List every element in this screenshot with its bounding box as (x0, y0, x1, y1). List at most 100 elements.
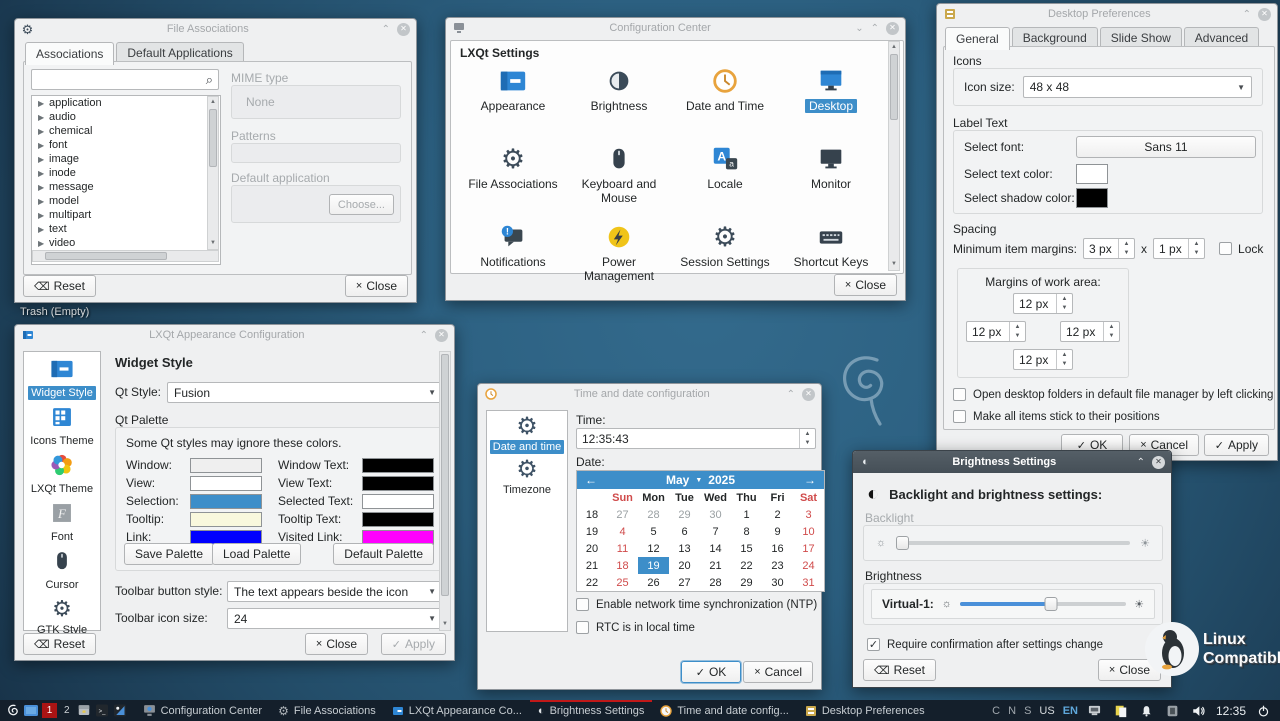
keyboard-layout-indicator[interactable]: EN (1063, 705, 1078, 717)
reset-button[interactable]: ⌫Reset (863, 659, 936, 681)
tab-associations[interactable]: Associations (25, 42, 114, 65)
task-time-date[interactable]: Time and date config... (652, 700, 797, 721)
rollup-icon[interactable]: ⌃ (871, 23, 879, 34)
qterminal-icon[interactable] (111, 702, 129, 720)
expand-icon[interactable]: ▶ (38, 239, 44, 248)
close-icon[interactable]: ✕ (802, 388, 815, 401)
settings-item-date-time[interactable]: Date and Time (672, 64, 778, 142)
expand-icon[interactable]: ▶ (38, 127, 44, 136)
calendar-day[interactable]: 27 (669, 574, 700, 591)
color-swatch-selection[interactable] (190, 494, 262, 509)
expand-icon[interactable]: ▶ (38, 113, 44, 122)
volume-icon[interactable] (1190, 702, 1208, 720)
confirm-checkbox-row[interactable]: ✓ Require confirmation after settings ch… (867, 638, 1103, 651)
sidebar-item-cursor[interactable]: Cursor (24, 544, 100, 592)
calendar-day[interactable]: 5 (638, 523, 669, 540)
calendar-year[interactable]: 2025 (708, 473, 735, 487)
expand-icon[interactable]: ▶ (38, 197, 44, 206)
margin-right-spinbox[interactable]: 12 px▲▼ (1060, 321, 1120, 342)
titlebar[interactable]: Desktop Preferences ⌃✕ (937, 4, 1277, 24)
settings-item-power[interactable]: Power Management (566, 220, 672, 298)
close-button[interactable]: ×Close (834, 274, 897, 296)
checkbox[interactable] (576, 621, 589, 634)
calendar-day[interactable]: 27 (607, 506, 638, 523)
tray-letter[interactable]: N (1008, 705, 1016, 717)
tree-item[interactable]: ▶inode (32, 166, 220, 180)
calendar-day[interactable]: 29 (669, 506, 700, 523)
titlebar[interactable]: LXQt Appearance Configuration ⌃✕ (15, 325, 454, 345)
settings-item-locale[interactable]: Aa Locale (672, 142, 778, 220)
calendar-day[interactable]: 3 (793, 506, 824, 523)
color-swatch-view[interactable] (190, 476, 262, 491)
icon-size-dropdown[interactable]: 48 x 48▼ (1023, 76, 1252, 98)
choose-button[interactable]: Choose... (329, 194, 394, 215)
settings-item-keyboard-mouse[interactable]: Keyboard and Mouse (566, 142, 672, 220)
color-swatch-tooltip[interactable] (190, 512, 262, 527)
margin-x-spinbox[interactable]: 3 px▲▼ (1083, 238, 1135, 259)
apply-button[interactable]: ✓Apply (1204, 434, 1269, 456)
expand-icon[interactable]: ▶ (38, 99, 44, 108)
sidebar-item-lxqt-theme[interactable]: LXQt Theme (24, 448, 100, 496)
calendar-day[interactable]: 4 (607, 523, 638, 540)
sidebar-item-widget-style[interactable]: Widget Style (24, 352, 100, 400)
calendar-day[interactable]: 31 (793, 574, 824, 591)
tray-letter[interactable]: C (992, 705, 1000, 717)
ok-button[interactable]: ✓OK (681, 661, 741, 683)
qt-style-dropdown[interactable]: Fusion▼ (167, 382, 443, 403)
tab-general[interactable]: General (945, 27, 1010, 50)
terminal-icon[interactable]: >_ (93, 702, 111, 720)
clock[interactable]: 12:35 (1216, 704, 1246, 718)
sidebar-item-date-time[interactable]: ⚙ Date and time (487, 411, 567, 454)
task-desktop-preferences[interactable]: Desktop Preferences (797, 700, 933, 721)
save-palette-button[interactable]: Save Palette (124, 543, 214, 565)
task-configuration-center[interactable]: Configuration Center (135, 700, 271, 721)
settings-item-notifications[interactable]: ! Notifications (460, 220, 566, 298)
workspace-2-button[interactable]: 2 (59, 705, 75, 716)
rtc-checkbox-row[interactable]: RTC is in local time (576, 621, 695, 634)
task-brightness-settings[interactable]: ◐ Brightness Settings (530, 700, 652, 721)
tree-item[interactable]: ▶chemical (32, 124, 220, 138)
calendar-day[interactable]: 2 (762, 506, 793, 523)
tray-letter[interactable]: US (1039, 705, 1054, 717)
margin-bottom-spinbox[interactable]: 12 px▲▼ (1013, 349, 1073, 370)
tree-item[interactable]: ▶multipart (32, 208, 220, 222)
sidebar-item-font[interactable]: F Font (24, 496, 100, 544)
select-font-button[interactable]: Sans 11 (1076, 136, 1256, 158)
time-spinbox[interactable]: 12:35:43▲▼ (576, 428, 816, 449)
calendar-month[interactable]: May (666, 473, 689, 487)
content-vertical-scrollbar[interactable]: ▼ (439, 351, 451, 631)
reset-button[interactable]: ⌫Reset (23, 633, 96, 655)
file-manager-icon[interactable] (75, 702, 93, 720)
titlebar[interactable]: Configuration Center ⌄⌃✕ (446, 18, 905, 38)
calendar-day[interactable]: 23 (762, 557, 793, 574)
tree-horizontal-scrollbar[interactable] (32, 250, 219, 262)
sidebar-item-icons-theme[interactable]: Icons Theme (24, 400, 100, 448)
calendar-day[interactable]: 15 (731, 540, 762, 557)
apply-button[interactable]: ✓Apply (381, 633, 446, 655)
tree-item[interactable]: ▶audio (32, 110, 220, 124)
titlebar[interactable]: ◐ Brightness Settings ⌃✕ (853, 451, 1171, 473)
ntp-checkbox-row[interactable]: Enable network time synchronization (NTP… (576, 598, 817, 611)
rollup-icon[interactable]: ⌃ (1243, 9, 1251, 20)
calendar-day[interactable]: 13 (669, 540, 700, 557)
rollup-icon[interactable]: ⌃ (382, 24, 390, 35)
close-icon[interactable]: ✕ (1152, 456, 1165, 469)
calendar-day[interactable]: 28 (700, 574, 731, 591)
cancel-button[interactable]: ×Cancel (743, 661, 813, 683)
close-button[interactable]: ×Close (305, 633, 368, 655)
calendar-day[interactable]: 10 (793, 523, 824, 540)
settings-item-file-associations[interactable]: ⚙ File Associations (460, 142, 566, 220)
calendar-day[interactable]: 11 (607, 540, 638, 557)
close-icon[interactable]: ✕ (886, 22, 899, 35)
tree-item[interactable]: ▶video (32, 236, 220, 250)
tray-letter[interactable]: S (1024, 705, 1031, 717)
rollup-icon[interactable]: ⌃ (787, 389, 795, 400)
backlight-slider[interactable] (896, 536, 1130, 550)
sidebar-item-gtk-style[interactable]: ⚙ GTK Style (24, 592, 100, 637)
tree-item[interactable]: ▶font (32, 138, 220, 152)
task-lxqt-appearance[interactable]: LXQt Appearance Co... (384, 700, 530, 721)
search-input[interactable]: ⌕ (31, 69, 219, 90)
power-icon[interactable] (1254, 702, 1272, 720)
settings-item-desktop[interactable]: Desktop (778, 64, 884, 142)
tree-item[interactable]: ▶message (32, 180, 220, 194)
